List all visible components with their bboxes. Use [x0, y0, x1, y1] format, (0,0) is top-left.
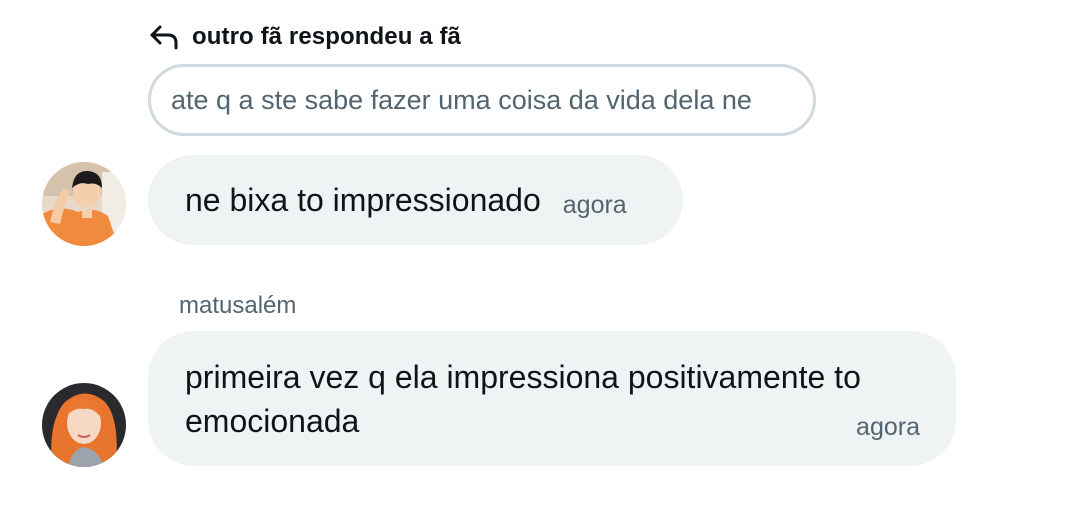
message-text: primeira vez q ela impressiona positivam… [185, 359, 861, 439]
avatar[interactable] [42, 383, 126, 467]
reply-context-label: outro fã respondeu a fã [192, 23, 461, 50]
message-timestamp: agora [562, 190, 627, 219]
message-text: ne bixa to impressionado [185, 181, 541, 218]
reply-arrow-icon [148, 22, 180, 52]
quoted-message[interactable]: ate q a ste sabe fazer uma coisa da vida… [148, 64, 816, 136]
message-timestamp: agora [856, 413, 920, 441]
quoted-message-text: ate q a ste sabe fazer uma coisa da vida… [171, 84, 752, 115]
message-bubble[interactable]: primeira vez q ela impressiona positivam… [148, 331, 956, 466]
avatar[interactable] [42, 162, 126, 246]
sender-name: matusalém [179, 292, 297, 319]
dm-conversation: outro fã respondeu a fã ate q a ste sabe… [0, 0, 1080, 508]
message-bubble[interactable]: ne bixa to impressionado agora [148, 155, 683, 245]
reply-context-header: outro fã respondeu a fã [148, 20, 461, 54]
